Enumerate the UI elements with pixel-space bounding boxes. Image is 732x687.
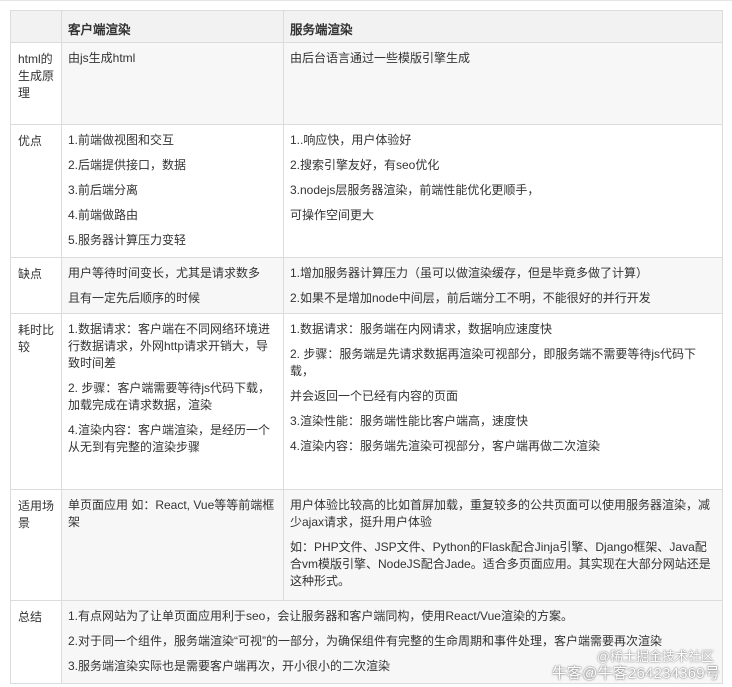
client-text: 3.前后端分离 <box>68 183 139 197</box>
client-cell: 单页面应用 如：React, Vue等等前端框架 <box>61 489 284 601</box>
client-text: 1.前端做视图和交互 <box>68 133 175 147</box>
row-label: 优点 <box>10 124 62 258</box>
table-row: html的生成原理 由js生成html 由后台语言通过一些模版引擎生成 <box>10 42 723 125</box>
server-cell: 1.数据请求：服务端在内网请求，数据响应速度快 2. 步骤：服务端是先请求数据再… <box>283 313 723 490</box>
client-cell: 用户等待时间变长，尤其是请求数多 且有一定先后顺序的时候 <box>61 257 284 314</box>
server-cell: 由后台语言通过一些模版引擎生成 <box>283 42 723 125</box>
client-text: 2.后端提供接口，数据 <box>68 158 187 172</box>
client-text: 4.前端做路由 <box>68 208 139 222</box>
server-text: 4.渲染内容：服务端先渲染可视部分，客户端再做二次渲染 <box>290 439 601 453</box>
server-text: 1.增加服务器计算压力（虽可以做渲染缓存，但是毕竟多做了计算） <box>290 266 649 280</box>
header-server-render: 服务端渲染 <box>283 10 723 43</box>
client-text: 单页面应用 如：React, Vue等等前端框架 <box>68 498 275 529</box>
client-text: 1.数据请求：客户端在不同网络环境进行数据请求，外网http请求开销大，导致时间… <box>68 322 271 370</box>
table-row: 适用场景 单页面应用 如：React, Vue等等前端框架 用户体验比较高的比如… <box>10 489 723 601</box>
row-label: 耗时比较 <box>10 313 62 490</box>
server-text: 并会返回一个已经有内容的页面 <box>290 389 459 403</box>
client-cell: 1.前端做视图和交互 2.后端提供接口，数据 3.前后端分离 4.前端做路由 5… <box>61 124 284 258</box>
watermark-nowcoder: 牛客@牛客264234369号 <box>551 665 720 682</box>
header-client-render: 客户端渲染 <box>61 10 284 43</box>
table-row: 缺点 用户等待时间变长，尤其是请求数多 且有一定先后顺序的时候 1.增加服务器计… <box>10 257 723 314</box>
client-cell: 1.数据请求：客户端在不同网络环境进行数据请求，外网http请求开销大，导致时间… <box>61 313 284 490</box>
header-empty <box>10 10 62 43</box>
table-row: 优点 1.前端做视图和交互 2.后端提供接口，数据 3.前后端分离 4.前端做路… <box>10 124 723 258</box>
server-text: 3.渲染性能：服务端性能比客户端高，速度快 <box>290 414 529 428</box>
server-text: 2.搜索引擎友好，有seo优化 <box>290 158 440 172</box>
server-text: 1..响应快，用户体验好 <box>290 133 412 147</box>
top-divider <box>0 0 732 1</box>
summary-text: 1.有点网站为了让单页面应用利于seo，会让服务器和客户端同构，使用React/… <box>68 609 573 623</box>
client-text: 2. 步骤：客户端需要等待js代码下载，加载完成在请求数据，渲染 <box>68 381 271 412</box>
server-text: 用户体验比较高的比如首屏加载，重复较多的公共页面可以使用服务器渲染，减少ajax… <box>290 498 711 529</box>
client-text: 由js生成html <box>68 51 136 65</box>
server-cell: 1..响应快，用户体验好 2.搜索引擎友好，有seo优化 3.nodejs层服务… <box>283 124 723 258</box>
table-header-row: 客户端渲染 服务端渲染 <box>10 10 723 43</box>
client-text: 4.渲染内容：客户端渲染，是经历一个从无到有完整的渲染步骤 <box>68 423 271 454</box>
client-text: 用户等待时间变长，尤其是请求数多 <box>68 266 261 280</box>
server-cell: 用户体验比较高的比如首屏加载，重复较多的公共页面可以使用服务器渲染，减少ajax… <box>283 489 723 601</box>
row-label: 缺点 <box>10 257 62 314</box>
row-label: 适用场景 <box>10 489 62 601</box>
client-cell: 由js生成html <box>61 42 284 125</box>
client-text: 且有一定先后顺序的时候 <box>68 291 201 305</box>
server-text: 可操作空间更大 <box>290 208 375 222</box>
comparison-table: 客户端渲染 服务端渲染 html的生成原理 由js生成html 由后台语言通过一… <box>10 10 723 684</box>
server-text: 2. 步骤：服务端是先请求数据再渲染可视部分，即服务端不需要等待js代码下载， <box>290 347 697 378</box>
server-text: 3.nodejs层服务器渲染，前端性能优化更顺手， <box>290 183 540 197</box>
row-label: 总结 <box>10 600 62 684</box>
server-text: 如：PHP文件、JSP文件、Python的Flask配合Jinja引擎、Djan… <box>290 540 711 588</box>
server-text: 2.如果不是增加node中间层，前后端分工不明，不能很好的并行开发 <box>290 291 651 305</box>
row-label: html的生成原理 <box>10 42 62 125</box>
server-text: 1.数据请求：服务端在内网请求，数据响应速度快 <box>290 322 553 336</box>
server-cell: 1.增加服务器计算压力（虽可以做渲染缓存，但是毕竟多做了计算） 2.如果不是增加… <box>283 257 723 314</box>
table-row: 耗时比较 1.数据请求：客户端在不同网络环境进行数据请求，外网http请求开销大… <box>10 313 723 490</box>
client-text: 5.服务器计算压力变轻 <box>68 233 187 247</box>
server-text: 由后台语言通过一些模版引擎生成 <box>290 51 471 65</box>
